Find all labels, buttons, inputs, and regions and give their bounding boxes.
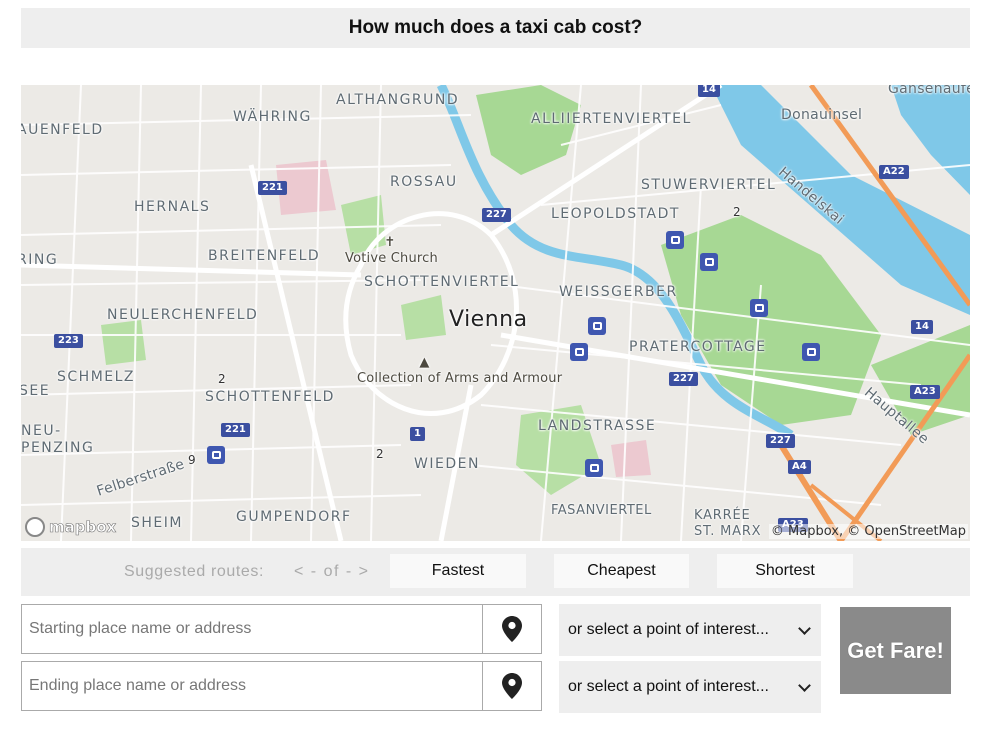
map-label: ALTHANGRUND [336,92,460,108]
transit-station-icon [802,343,820,361]
map-label: 2 [733,205,741,219]
road-shield: 14 [911,320,933,334]
mapbox-logo[interactable]: mapbox [25,517,117,537]
map-label: STUWERVIERTEL [641,177,777,193]
mapbox-logo-text: mapbox [49,518,117,537]
map-label: Donauinsel [781,107,863,123]
map-label: WÄHRING [233,109,312,125]
map-label: WEISSGERBER [559,284,678,300]
transit-station-icon [570,343,588,361]
transit-station-icon [666,231,684,249]
chevron-down-icon [798,678,811,692]
road-shield: A22 [879,165,909,179]
road-shield: 227 [482,208,511,222]
transit-station-icon [585,459,603,477]
map-label: BREITENFELD [208,248,321,264]
end-location-group [21,661,542,711]
city-label: Vienna [449,307,528,332]
map-label: ROSSAU [390,174,458,190]
road-shield: 223 [54,334,83,348]
mapbox-logo-icon [25,517,45,537]
map-label: WIEDEN [414,456,480,472]
poi-label: ▲ Collection of Arms and Armour [357,355,563,386]
transit-station-icon [207,446,225,464]
road-shield: 221 [221,423,250,437]
start-location-group [21,604,542,654]
road-shield: 227 [669,372,698,386]
map-label: 9 [188,453,196,467]
map-label: ALLIIERTENVIERTEL [531,111,692,127]
transit-station-icon [750,299,768,317]
map-pin-icon [502,673,522,699]
get-fare-button[interactable]: Get Fare! [840,607,951,694]
cheapest-route-button[interactable]: Cheapest [554,554,689,588]
map-label: SCHMELZ [57,369,136,385]
road-shield: 1 [410,427,425,441]
map-label: SCHOTTENVIERTEL [364,274,520,290]
map-label: SHEIM [131,515,183,531]
end-locate-button[interactable] [482,662,541,710]
end-poi-select-text: or select a point of interest... [568,678,769,695]
start-location-input[interactable] [22,605,484,653]
fastest-route-button[interactable]: Fastest [390,554,526,588]
poi-label: ✝ Votive Church [345,235,438,266]
map-label: NEU-PENZING [21,423,95,456]
transit-station-icon [588,317,606,335]
chevron-down-icon [798,621,811,635]
map-attribution[interactable]: © Mapbox, © OpenStreetMap [768,524,968,539]
page-title: How much does a taxi cab cost? [348,17,643,38]
map-label: AUENFELD [21,122,104,138]
shortest-route-button[interactable]: Shortest [717,554,853,588]
map-label: HERNALS [134,199,211,215]
suggested-routes-label: Suggested routes: [124,563,265,580]
road-shield: A4 [788,460,811,474]
map-label: FASANVIERTEL [551,503,652,518]
start-poi-select[interactable]: or select a point of interest... [559,604,821,656]
map-label: SEE [21,383,51,399]
suggested-routes-bar: Suggested routes: < - of - > Fastest Che… [21,548,970,596]
map-label: Gänsehäufel [888,85,970,97]
map-label: GUMPENDORF [236,509,352,525]
map-label: PRATERCOTTAGE [629,339,767,355]
map[interactable]: ALTHANGRUND WÄHRING AUENFELD ALLIIERTENV… [21,85,970,541]
road-shield: 221 [258,181,287,195]
road-shield: 14 [698,85,720,97]
title-bar: How much does a taxi cab cost? [21,8,970,48]
map-label: LEOPOLDSTADT [551,206,680,222]
road-shield: A23 [910,385,940,399]
map-label: RING [21,252,59,268]
map-label: SCHOTTENFELD [205,389,335,405]
end-location-input[interactable] [22,662,484,710]
road-shield: 227 [766,434,795,448]
map-label: NEULERCHENFELD [107,307,259,323]
map-label: KARRÉE ST. MARX [694,508,762,539]
transit-station-icon [700,253,718,271]
map-label: 2 [218,372,226,386]
map-label: 2 [376,447,384,461]
start-poi-select-text: or select a point of interest... [568,621,769,638]
end-poi-select[interactable]: or select a point of interest... [559,661,821,713]
map-pin-icon [502,616,522,642]
start-locate-button[interactable] [482,605,541,653]
map-label: LANDSTRASSE [538,418,657,434]
route-pagination[interactable]: < - of - > [294,563,369,581]
